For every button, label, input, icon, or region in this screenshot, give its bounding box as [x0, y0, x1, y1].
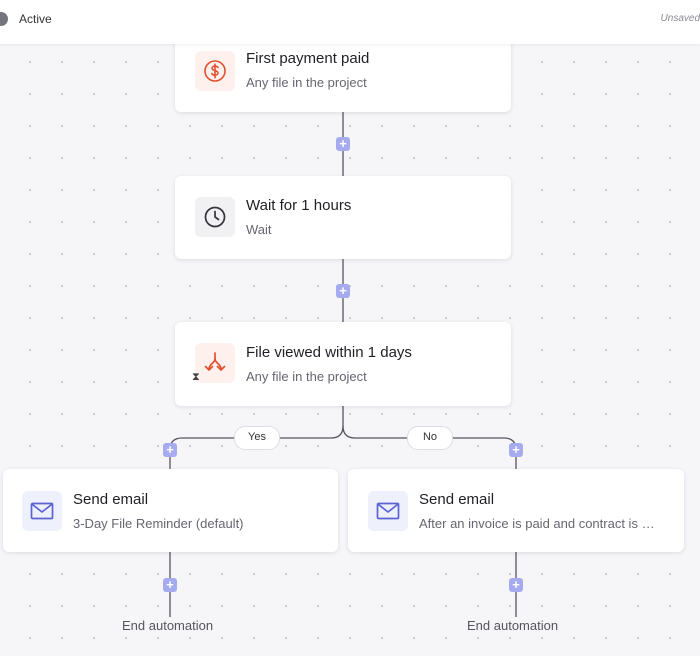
condition-card[interactable]: ⧗ File viewed within 1 days Any file in … — [175, 322, 511, 406]
end-automation-yes: End automation — [122, 618, 214, 633]
branch-arrows-icon — [204, 352, 226, 371]
wait-title: Wait for 1 hours — [246, 197, 352, 214]
add-step-button[interactable]: + — [509, 443, 523, 457]
save-status: Unsaved — [660, 13, 700, 24]
add-step-button[interactable]: + — [336, 137, 350, 151]
email-title-yes: Send email — [73, 491, 149, 508]
envelope-icon — [30, 502, 54, 520]
email-subtitle-yes: 3-Day File Reminder (default) — [73, 516, 244, 531]
envelope-icon — [376, 502, 400, 520]
condition-icon-box — [195, 343, 235, 383]
status-label: Active — [19, 12, 52, 26]
add-step-button[interactable]: + — [336, 284, 350, 298]
wait-icon-box — [195, 197, 235, 237]
top-bar: Active Unsaved — [0, 0, 700, 44]
active-toggle[interactable] — [0, 12, 8, 26]
end-automation-no: End automation — [467, 618, 559, 633]
condition-subtitle: Any file in the project — [246, 369, 367, 384]
email-subtitle-no: After an invoice is paid and contract is… — [419, 516, 656, 531]
trigger-icon-box — [195, 51, 235, 91]
email-card-yes[interactable]: Send email 3-Day File Reminder (default) — [3, 469, 338, 552]
email-title-no: Send email — [419, 491, 495, 508]
email-card-no[interactable]: Send email After an invoice is paid and … — [348, 469, 684, 552]
email-icon-box — [368, 491, 408, 531]
wait-card[interactable]: Wait for 1 hours Wait — [175, 176, 511, 259]
add-step-button[interactable]: + — [163, 578, 177, 592]
clock-icon — [204, 206, 226, 228]
dollar-circle-icon — [204, 60, 226, 82]
email-icon-box — [22, 491, 62, 531]
trigger-subtitle: Any file in the project — [246, 75, 367, 90]
condition-title: File viewed within 1 days — [246, 344, 412, 361]
trigger-title: First payment paid — [246, 50, 370, 67]
add-step-button[interactable]: + — [163, 443, 177, 457]
hourglass-icon: ⧗ — [192, 371, 200, 383]
wait-subtitle: Wait — [246, 222, 272, 237]
branch-yes-label[interactable]: Yes — [234, 426, 280, 450]
branch-no-label[interactable]: No — [407, 426, 453, 450]
add-step-button[interactable]: + — [509, 578, 523, 592]
